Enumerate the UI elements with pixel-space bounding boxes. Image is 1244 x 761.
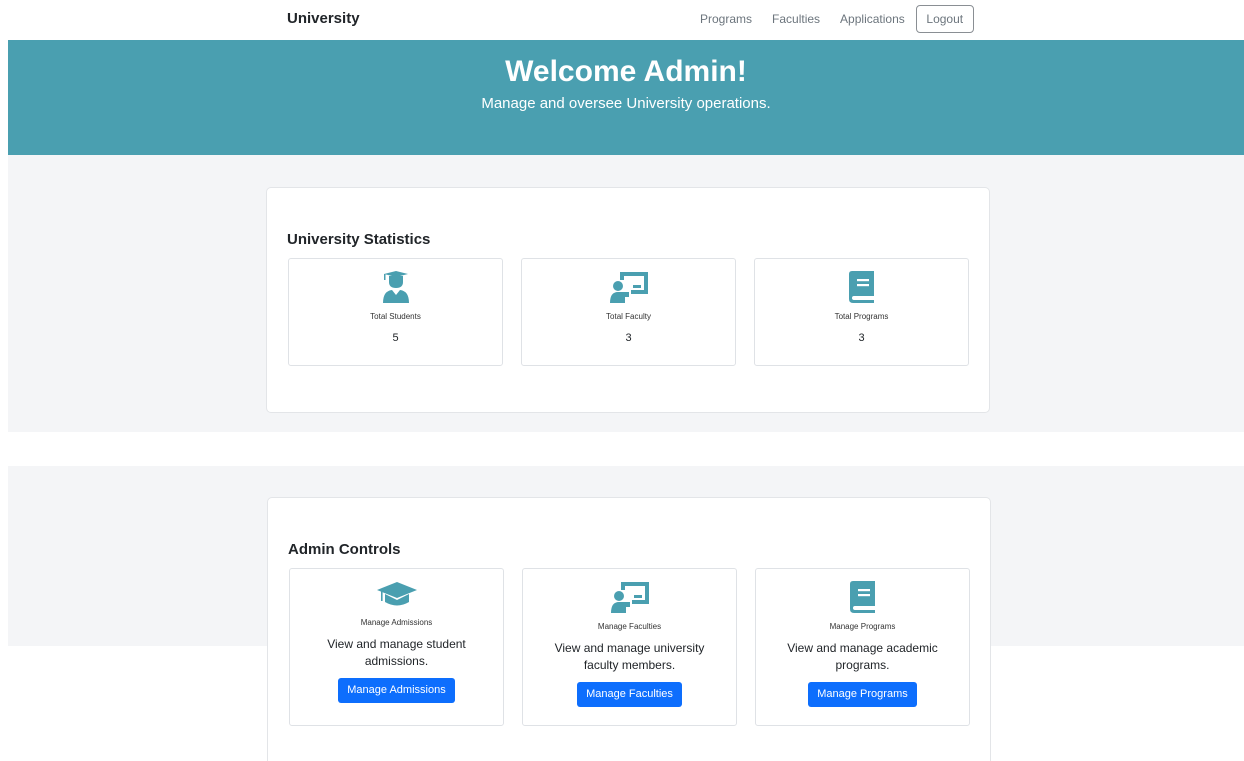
hero-subtitle: Manage and oversee University operations… [481,95,771,112]
stat-card-faculty: Total Faculty 3 [521,258,736,366]
stat-value: 5 [392,332,399,344]
nav-links: Programs Faculties Applications Logout [690,4,974,34]
control-description: View and manage university faculty membe… [554,641,705,672]
nav-link-applications[interactable]: Applications [840,12,905,26]
statistics-title: University Statistics [287,231,431,248]
nav-link-programs[interactable]: Programs [700,12,752,26]
manage-admissions-button[interactable]: Manage Admissions [338,678,455,703]
faculty-teacher-icon [610,582,649,613]
navbar: University Programs Faculties Applicatio… [0,0,1244,40]
manage-programs-button[interactable]: Manage Programs [808,682,917,707]
logout-button[interactable]: Logout [915,5,974,33]
control-description: View and manage student admissions. [327,637,466,668]
admin-controls-title: Admin Controls [288,541,401,558]
control-description: View and manage academic programs. [787,641,938,672]
book-icon [849,581,875,613]
faculty-teacher-icon [609,272,648,303]
manage-faculties-button[interactable]: Manage Faculties [577,682,682,707]
graduation-cap-icon [376,582,417,606]
hero-banner: Welcome Admin! Manage and oversee Univer… [8,40,1244,155]
stat-label: Total Programs [834,312,889,321]
book-icon [848,271,874,303]
control-card-admissions: Manage Admissions View and manage studen… [289,568,504,726]
control-card-faculties: Manage Faculties View and manage univers… [522,568,737,726]
stat-card-programs: Total Programs 3 [754,258,969,366]
stat-label: Total Faculty [606,312,651,321]
admin-controls-panel: Admin Controls Manage Admissions View an… [267,497,991,761]
statistics-panel: University Statistics Total Students 5 T… [266,187,990,413]
control-label: Manage Programs [829,622,896,631]
graduate-student-icon [382,271,409,303]
control-card-programs: Manage Programs View and manage academic… [755,568,970,726]
brand-logo-text[interactable]: University [287,10,360,27]
stat-label: Total Students [370,312,421,321]
stat-value: 3 [625,332,632,344]
control-label: Manage Faculties [597,622,662,631]
stat-card-students: Total Students 5 [288,258,503,366]
control-label: Manage Admissions [360,618,433,627]
nav-link-faculties[interactable]: Faculties [772,12,820,26]
stat-value: 3 [858,332,865,344]
hero-title: Welcome Admin! [505,55,747,88]
